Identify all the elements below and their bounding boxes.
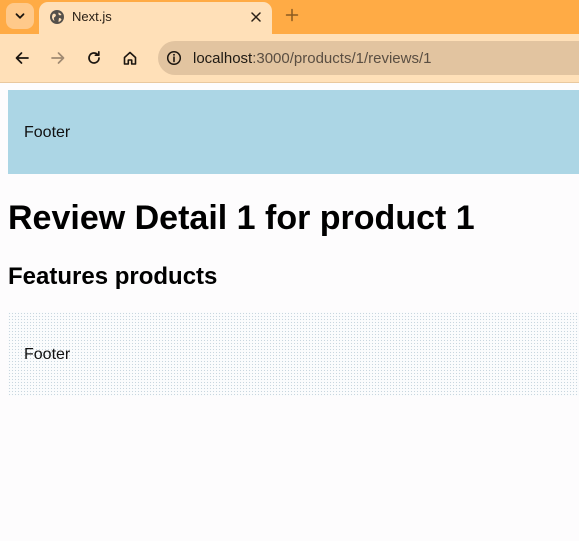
forward-button[interactable]: [46, 46, 70, 70]
close-icon: [251, 12, 261, 22]
url-path: :3000/products/1/reviews/1: [252, 50, 432, 67]
footer-bottom: Footer: [8, 312, 579, 396]
globe-icon: [50, 10, 64, 24]
page-title: Review Detail 1 for product 1: [8, 199, 475, 237]
reload-icon: [88, 50, 100, 64]
tab-search-button[interactable]: [6, 3, 34, 29]
tab-title: Next.js: [72, 9, 112, 24]
arrow-left-icon: [15, 52, 29, 64]
address-bar[interactable]: localhost:3000/products/1/reviews/1: [158, 41, 579, 75]
browser-toolbar: localhost:3000/products/1/reviews/1: [0, 34, 579, 83]
browser-tab-active[interactable]: Next.js: [39, 2, 272, 34]
new-tab-button[interactable]: [282, 5, 302, 25]
home-button[interactable]: [118, 46, 142, 70]
plus-icon: [285, 8, 299, 22]
tab-close-button[interactable]: [248, 9, 264, 25]
info-icon: [166, 50, 182, 66]
arrow-right-icon: [51, 52, 65, 64]
back-button[interactable]: [10, 46, 34, 70]
footer-label: Footer: [24, 346, 71, 363]
section-heading: Features products: [8, 263, 218, 290]
url-host: localhost: [193, 50, 253, 67]
reload-button[interactable]: [82, 46, 106, 70]
home-icon: [123, 51, 137, 65]
footer-label: Footer: [24, 124, 71, 141]
url-text: localhost:3000/products/1/reviews/1: [193, 50, 431, 67]
site-info-button[interactable]: [164, 48, 184, 68]
browser-tabstrip: Next.js: [0, 0, 579, 34]
footer-top: Footer: [8, 90, 579, 174]
chevron-down-icon: [15, 13, 25, 19]
